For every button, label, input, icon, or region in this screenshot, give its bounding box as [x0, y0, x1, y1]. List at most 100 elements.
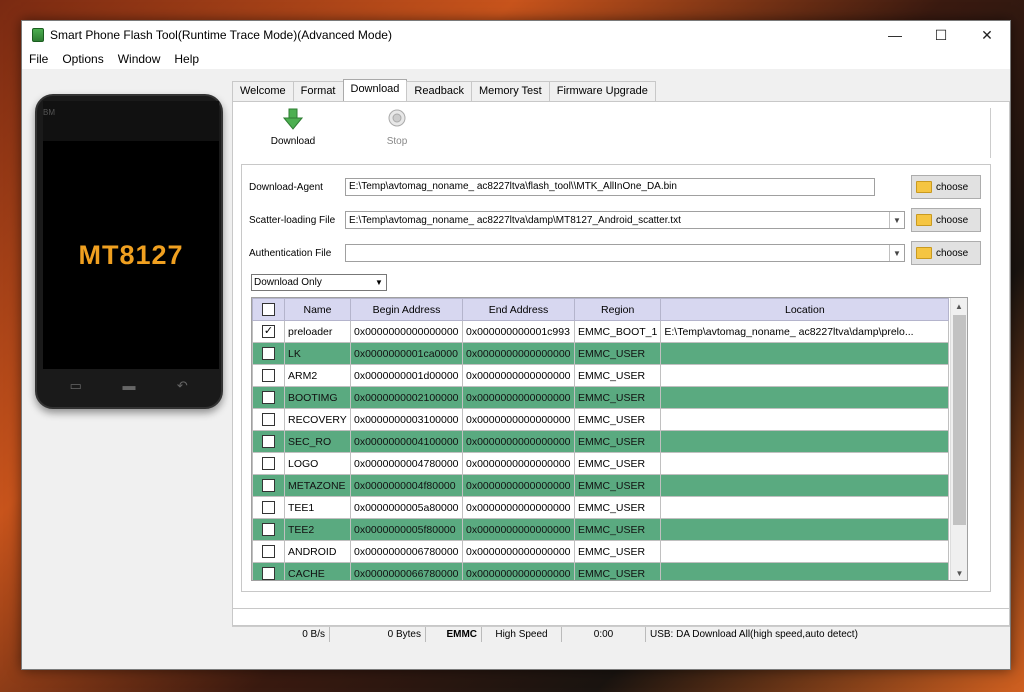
cell-name: ARM2: [284, 364, 351, 387]
download-panel: Download Stop Download-Agent E:\Temp\avt…: [232, 101, 1010, 611]
cell-location[interactable]: [660, 430, 950, 453]
tab-format[interactable]: Format: [292, 81, 344, 101]
row-checkbox[interactable]: [262, 501, 275, 514]
cell-location[interactable]: [660, 364, 950, 387]
table-row[interactable]: ANDROID 0x0000000006780000 0x0000000000000…: [252, 540, 950, 563]
table-row[interactable]: RECOVERY 0x0000000003100000 0x000000000000…: [252, 408, 950, 431]
cell-name: SEC_RO: [284, 430, 351, 453]
title-bar: Smart Phone Flash Tool(Runtime Trace Mod…: [22, 21, 1010, 49]
col-end-address[interactable]: End Address: [462, 298, 575, 321]
scatter-file-choose-button[interactable]: choose: [911, 208, 981, 232]
cell-region: EMMC_USER: [573, 386, 662, 409]
cell-location[interactable]: [660, 562, 950, 580]
col-name[interactable]: Name: [284, 298, 351, 321]
scatter-file-label: Scatter-loading File: [249, 214, 336, 226]
cell-begin: 0x0000000000000000: [350, 320, 463, 343]
table-row[interactable]: LOGO 0x0000000004780000 0x0000000000000000…: [252, 452, 950, 475]
cell-name: LOGO: [284, 452, 351, 475]
table-row[interactable]: LK 0x0000000001ca0000 0x0000000000000000 EM…: [252, 342, 950, 365]
row-checkbox[interactable]: [262, 413, 275, 426]
auth-file-row: Authentication File ▼: [249, 243, 905, 263]
table-row[interactable]: SEC_RO 0x0000000004100000 0x00000000000000…: [252, 430, 950, 453]
chevron-down-icon[interactable]: ▼: [889, 212, 904, 228]
cell-begin: 0x0000000001d00000: [350, 364, 463, 387]
phone-screen: MT8127: [43, 141, 219, 369]
scrollbar-thumb[interactable]: [953, 315, 966, 525]
row-checkbox[interactable]: [262, 391, 275, 404]
tab-welcome[interactable]: Welcome: [232, 81, 294, 101]
cell-name: TEE1: [284, 496, 351, 519]
cell-location[interactable]: [660, 496, 950, 519]
folder-icon: [916, 181, 932, 193]
tab-memory-test[interactable]: Memory Test: [470, 81, 550, 101]
col-begin-address[interactable]: Begin Address: [350, 298, 463, 321]
cell-location[interactable]: [660, 452, 950, 475]
cell-location[interactable]: [660, 518, 950, 541]
tab-download[interactable]: Download: [342, 79, 408, 101]
row-checkbox[interactable]: [262, 545, 275, 558]
cell-name: BOOTIMG: [284, 386, 351, 409]
auth-file-choose-button[interactable]: choose: [911, 241, 981, 265]
table-row[interactable]: ARM2 0x0000000001d00000 0x0000000000000000…: [252, 364, 950, 387]
select-all-checkbox[interactable]: [262, 303, 275, 316]
col-location[interactable]: Location: [660, 298, 950, 321]
row-checkbox-cell: [252, 364, 285, 387]
cell-region: EMMC_USER: [573, 518, 662, 541]
cell-end: 0x0000000000000000: [462, 540, 575, 563]
cell-region: EMMC_USER: [573, 496, 662, 519]
cell-begin: 0x0000000002100000: [350, 386, 463, 409]
row-checkbox[interactable]: [262, 479, 275, 492]
menu-options[interactable]: Options: [55, 52, 110, 66]
download-agent-choose-button[interactable]: choose: [911, 175, 981, 199]
table-row[interactable]: ✓ preloader 0x0000000000000000 0x0000000000…: [252, 320, 950, 343]
row-checkbox[interactable]: [262, 369, 275, 382]
progress-bar: [232, 608, 1010, 626]
row-checkbox[interactable]: [262, 347, 275, 360]
cell-end: 0x0000000000000000: [462, 430, 575, 453]
row-checkbox[interactable]: [262, 457, 275, 470]
stop-button[interactable]: Stop: [345, 108, 449, 158]
cell-location[interactable]: [660, 342, 950, 365]
status-usb: USB: DA Download All(high speed,auto det…: [650, 629, 858, 640]
menu-window[interactable]: Window: [111, 52, 168, 66]
cell-location[interactable]: E:\Temp\avtomag_noname_ ac8227ltva\damp\…: [660, 320, 950, 343]
menu-key-icon: ▭: [69, 378, 82, 393]
menu-help[interactable]: Help: [167, 52, 206, 66]
maximize-icon[interactable]: ☐: [918, 21, 964, 49]
menu-file[interactable]: File: [22, 52, 55, 66]
tab-firmware-upgrade[interactable]: Firmware Upgrade: [548, 81, 656, 101]
download-agent-input[interactable]: E:\Temp\avtomag_noname_ ac8227ltva\flash…: [345, 178, 875, 196]
minimize-icon[interactable]: —: [872, 21, 918, 49]
cell-begin: 0x0000000004f80000: [350, 474, 463, 497]
scroll-up-icon[interactable]: ▲: [951, 298, 967, 315]
cell-begin: 0x0000000003100000: [350, 408, 463, 431]
cell-location[interactable]: [660, 386, 950, 409]
chip-label: MT8127: [78, 239, 184, 270]
scatter-file-combo[interactable]: E:\Temp\avtomag_noname_ ac8227ltva\damp\…: [345, 211, 905, 229]
table-row[interactable]: CACHE 0x0000000066780000 0x000000000000000…: [252, 562, 950, 580]
table-row[interactable]: TEE2 0x0000000005f80000 0x0000000000000000…: [252, 518, 950, 541]
row-checkbox-cell: [252, 518, 285, 541]
table-row[interactable]: BOOTIMG 0x0000000002100000 0x0000000000000…: [252, 386, 950, 409]
table-scrollbar[interactable]: ▲ ▼: [950, 298, 967, 580]
download-button[interactable]: Download: [241, 108, 345, 158]
chevron-down-icon[interactable]: ▼: [889, 245, 904, 261]
row-checkbox[interactable]: [262, 523, 275, 536]
cell-location[interactable]: [660, 408, 950, 431]
auth-file-combo[interactable]: ▼: [345, 244, 905, 262]
row-checkbox-cell: [252, 562, 285, 580]
download-mode-select[interactable]: Download Only ▼: [251, 274, 387, 291]
download-agent-label: Download-Agent: [249, 181, 323, 193]
scroll-down-icon[interactable]: ▼: [951, 565, 967, 580]
table-row[interactable]: METAZONE 0x0000000004f80000 0x000000000000…: [252, 474, 950, 497]
row-checkbox[interactable]: ✓: [262, 325, 275, 338]
cell-location[interactable]: [660, 540, 950, 563]
col-region[interactable]: Region: [573, 298, 662, 321]
table-row[interactable]: TEE1 0x0000000005a80000 0x0000000000000000…: [252, 496, 950, 519]
tab-readback[interactable]: Readback: [406, 81, 472, 101]
row-checkbox[interactable]: [262, 435, 275, 448]
row-checkbox[interactable]: [262, 567, 275, 580]
select-all-header[interactable]: [252, 298, 285, 321]
close-icon[interactable]: ✕: [964, 21, 1010, 49]
cell-location[interactable]: [660, 474, 950, 497]
